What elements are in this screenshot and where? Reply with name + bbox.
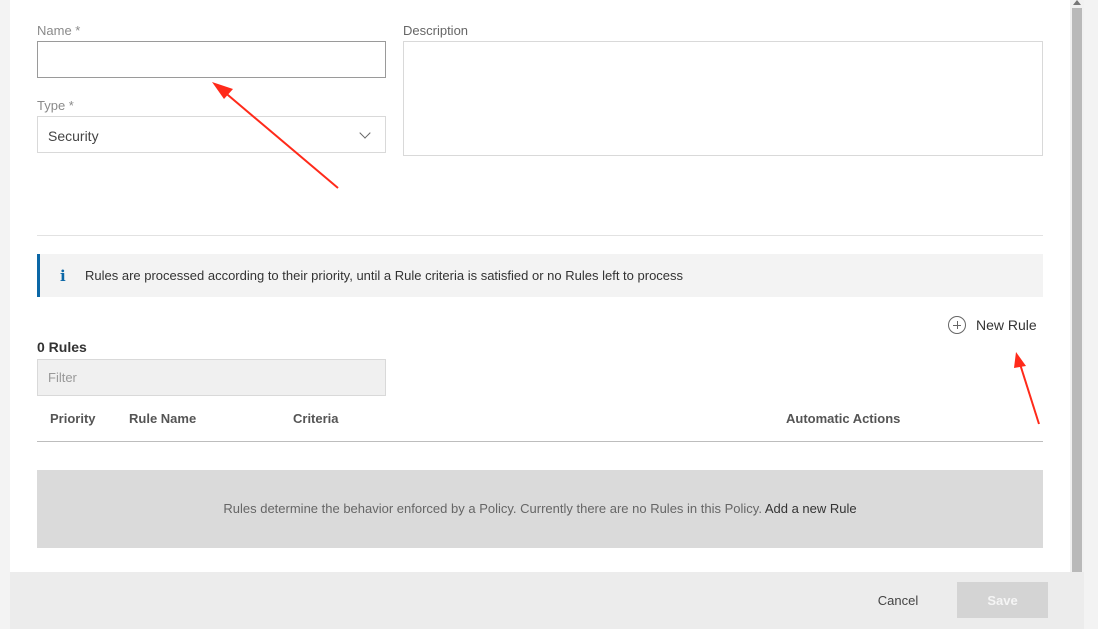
rules-count: 0 Rules xyxy=(37,339,87,355)
description-label: Description xyxy=(403,23,469,38)
column-header-criteria[interactable]: Criteria xyxy=(293,411,339,426)
type-select[interactable]: Security xyxy=(37,116,386,153)
empty-state-message: Rules determine the behavior enforced by… xyxy=(37,501,1043,516)
column-header-rule-name[interactable]: Rule Name xyxy=(129,411,196,426)
scroll-up-arrow-icon[interactable] xyxy=(1073,0,1081,5)
description-field[interactable] xyxy=(403,41,1043,156)
new-rule-label: New Rule xyxy=(976,317,1037,333)
section-divider xyxy=(37,235,1043,236)
chevron-down-icon xyxy=(359,127,371,139)
plus-circle-icon xyxy=(948,316,966,334)
name-input[interactable] xyxy=(37,41,386,78)
info-text: Rules are processed according to their p… xyxy=(85,268,684,283)
scrollbar-thumb[interactable] xyxy=(1072,8,1082,572)
info-banner: i Rules are processed according to their… xyxy=(37,254,1043,297)
save-button[interactable]: Save xyxy=(957,582,1048,618)
info-icon: i xyxy=(60,267,66,285)
add-new-rule-link[interactable]: Add a new Rule xyxy=(765,501,857,516)
name-label: Name * xyxy=(37,23,81,38)
column-header-priority[interactable]: Priority xyxy=(50,411,96,426)
cancel-button[interactable]: Cancel xyxy=(866,582,930,618)
new-rule-button[interactable]: New Rule xyxy=(948,314,1044,336)
empty-state-text: Rules determine the behavior enforced by… xyxy=(223,501,762,516)
type-selected-value: Security xyxy=(48,128,99,144)
table-header-divider xyxy=(37,441,1043,442)
filter-input[interactable] xyxy=(37,359,386,396)
column-header-automatic-actions[interactable]: Automatic Actions xyxy=(786,411,900,426)
empty-rules-state: Rules determine the behavior enforced by… xyxy=(37,470,1043,548)
type-label: Type * xyxy=(37,98,74,113)
